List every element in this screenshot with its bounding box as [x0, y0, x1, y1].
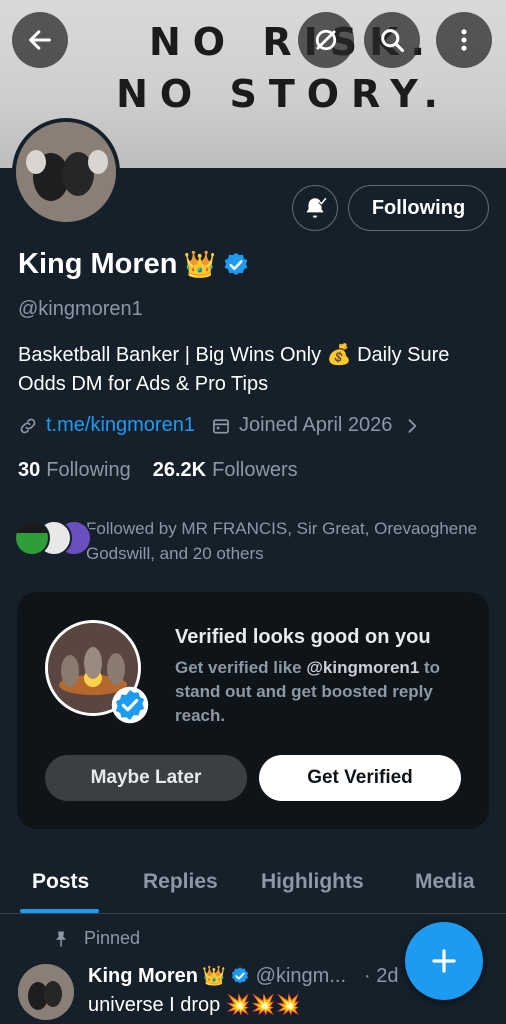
profile-avatar[interactable] — [12, 118, 120, 226]
profile-page: NO RISK. NO STORY. Following King Moren … — [0, 0, 506, 1024]
crown-emoji: 👑 — [183, 249, 216, 279]
post-crown-emoji: 👑 — [202, 966, 226, 987]
profile-stats: 30 Following 26.2K Followers — [18, 459, 298, 482]
post-text[interactable]: universe I drop 💥💥💥 — [88, 992, 301, 1017]
following-label: Following — [46, 459, 131, 481]
followers-stat[interactable]: 26.2K Followers — [153, 459, 298, 482]
get-verified-card: Verified looks good on you Get verified … — [17, 592, 489, 829]
desc-handle: @kingmoren1 — [306, 658, 420, 677]
more-vertical-icon — [461, 29, 467, 51]
pin-icon — [55, 931, 67, 946]
pinned-label: Pinned — [84, 928, 141, 948]
post-timestamp: · 2d — [364, 964, 399, 987]
followers-label: Followers — [212, 459, 298, 481]
verified-badge-large-icon — [111, 686, 149, 724]
tab-posts[interactable]: Posts — [32, 870, 89, 894]
active-tab-indicator — [20, 909, 99, 913]
followed-by-row[interactable]: Followed by MR FRANCIS, Sir Great, Oreva… — [14, 516, 486, 566]
followed-by-text: Followed by MR FRANCIS, Sir Great, Oreva… — [86, 519, 478, 563]
follower-avatars — [14, 516, 92, 556]
following-stat[interactable]: 30 Following — [18, 459, 131, 482]
joined-date: Joined April 2026 — [238, 414, 393, 436]
post-author-avatar[interactable] — [18, 964, 74, 1020]
banner-text-line2: NO STORY. — [116, 72, 450, 116]
topic-button[interactable] — [298, 12, 354, 68]
search-button[interactable] — [364, 12, 420, 68]
post-header: King Moren 👑 @kingm... · 2d — [88, 964, 398, 988]
verified-card-title: Verified looks good on you — [175, 626, 431, 648]
arrow-left-icon — [29, 30, 51, 50]
profile-name-row: King Moren 👑 — [18, 248, 250, 281]
profile-meta-row: t.me/kingmoren1 Joined April 2026 — [18, 414, 422, 437]
avatar-image — [16, 122, 116, 222]
maybe-later-button[interactable]: Maybe Later — [45, 755, 247, 801]
tab-replies[interactable]: Replies — [143, 870, 218, 894]
verified-badge-icon[interactable] — [222, 251, 250, 279]
profile-handle: @kingmoren1 — [18, 298, 143, 320]
post-author-name[interactable]: King Moren — [88, 965, 198, 988]
plus-icon — [432, 949, 456, 973]
profile-bio: Basketball Banker | Big Wins Only 💰 Dail… — [18, 344, 450, 395]
post-author-handle: @kingm... — [255, 964, 346, 987]
bell-check-icon — [306, 197, 328, 218]
search-icon — [381, 29, 405, 53]
post-avatar-image — [18, 964, 74, 1020]
post-verified-badge-icon — [231, 967, 248, 984]
follower-avatar — [14, 520, 50, 556]
profile-tabs: Posts Replies Highlights Media — [0, 850, 506, 914]
notifications-bell-button[interactable] — [292, 185, 338, 231]
calendar-icon — [213, 418, 229, 433]
profile-name: King Moren — [18, 248, 178, 280]
compose-button[interactable] — [405, 922, 483, 1000]
tab-media[interactable]: Media — [415, 870, 475, 894]
link-icon — [20, 418, 36, 433]
get-verified-button[interactable]: Get Verified — [259, 755, 461, 801]
profile-link[interactable]: t.me/kingmoren1 — [46, 414, 195, 437]
back-button[interactable] — [12, 12, 68, 68]
desc-prefix: Get verified like — [175, 658, 307, 677]
circle-slash-icon — [315, 29, 337, 51]
more-options-button[interactable] — [436, 12, 492, 68]
tab-highlights[interactable]: Highlights — [261, 870, 364, 894]
following-count: 30 — [18, 459, 41, 481]
followers-count: 26.2K — [152, 459, 207, 481]
chevron-right-icon[interactable] — [402, 416, 422, 436]
pinned-label-row: Pinned — [52, 928, 140, 949]
verified-card-description: Get verified like @kingmoren1 to stand o… — [175, 656, 475, 728]
following-button[interactable]: Following — [348, 185, 489, 231]
